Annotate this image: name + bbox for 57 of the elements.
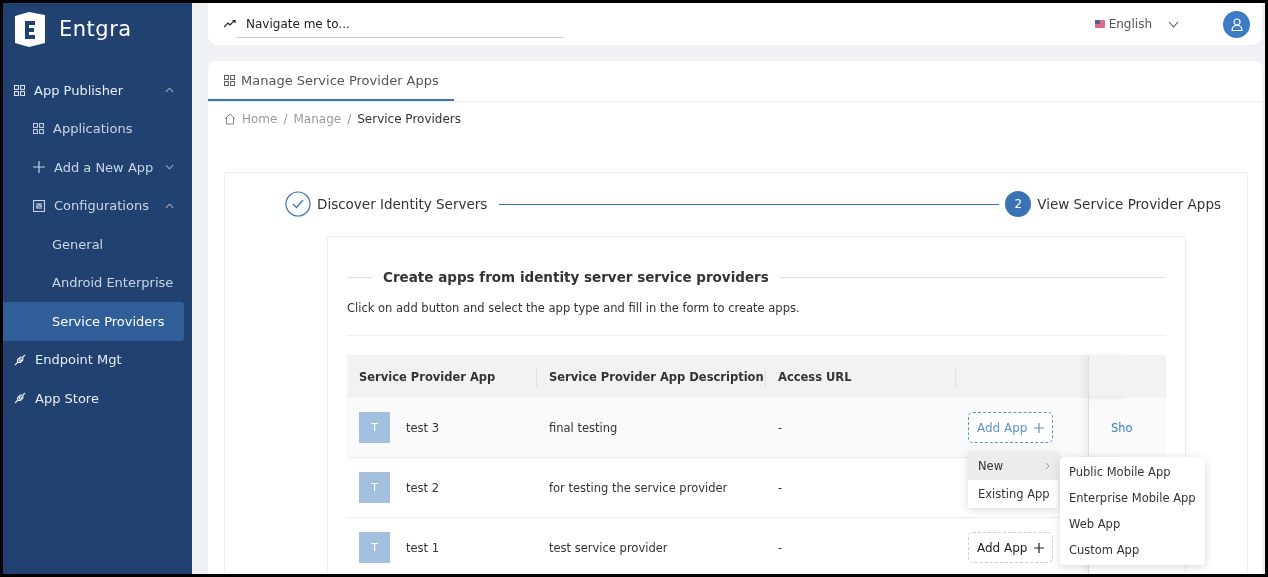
column-header: Access URL	[766, 366, 956, 387]
column-header: Service Provider App Description	[537, 366, 766, 387]
menu-item[interactable]: New	[968, 452, 1058, 480]
show-link[interactable]: Sho	[1111, 420, 1133, 435]
user-icon	[1230, 17, 1243, 31]
app-avatar: T	[359, 532, 390, 563]
sidebar-item[interactable]: Endpoint Mgt	[3, 340, 184, 379]
sidebar-item[interactable]: Applications	[3, 109, 184, 148]
add-app-button[interactable]: Add App	[968, 532, 1053, 563]
step-number: 2	[1005, 191, 1032, 217]
link-icon	[14, 392, 26, 405]
sliders-icon	[33, 199, 45, 212]
sidebar-item[interactable]: App Store	[3, 379, 184, 418]
sidebar-item[interactable]: Service Providers	[3, 302, 184, 341]
breadcrumb-separator: /	[347, 112, 352, 126]
breadcrumb-separator: /	[283, 112, 288, 126]
sidebar-item[interactable]: Configurations	[3, 186, 184, 225]
user-avatar-button[interactable]	[1223, 10, 1250, 38]
step-label: View Service Provider Apps	[1037, 196, 1221, 212]
sidebar-item[interactable]: Add a New App	[3, 148, 184, 187]
grid-icon	[14, 84, 25, 96]
grid-icon	[33, 123, 44, 135]
table-cell: -	[778, 420, 783, 435]
section-description: Click on add button and select the app type and fill in the form to create apps.	[347, 301, 801, 315]
sidebar-item[interactable]: App Publisher	[3, 71, 184, 110]
menu-item[interactable]: Custom App	[1060, 537, 1205, 563]
flag-icon	[1094, 20, 1105, 28]
app-avatar: T	[359, 472, 390, 503]
language-selector[interactable]: English	[1094, 17, 1179, 31]
menu-item[interactable]: Public Mobile App	[1060, 459, 1205, 485]
plus-icon	[1033, 422, 1044, 433]
section-title: Create apps from identity server service providers	[383, 269, 769, 285]
chevron-icon	[1168, 20, 1179, 28]
menu-item[interactable]: Web App	[1060, 511, 1205, 537]
table-cell: test 2	[406, 480, 440, 495]
table-cell: -	[778, 480, 783, 495]
home-icon	[224, 113, 236, 125]
page-tab[interactable]: Manage Service Provider Apps	[208, 61, 454, 101]
sidebar-item[interactable]: Android Enterprise	[3, 263, 184, 302]
table-cell: test 3	[406, 420, 440, 435]
step-label: Discover Identity Servers	[317, 196, 488, 212]
table-cell: -	[778, 540, 783, 555]
table-cell: test 1	[406, 540, 440, 555]
brand-name: Entgra	[59, 17, 132, 41]
sidebar-item[interactable]: General	[3, 225, 184, 264]
menu-item[interactable]: Enterprise Mobile App	[1060, 485, 1205, 511]
column-header: Service Provider App	[347, 366, 537, 387]
table-cell: test service provider	[549, 540, 668, 555]
grid-icon	[224, 74, 235, 86]
app-avatar: T	[359, 412, 390, 443]
plus-icon	[33, 161, 45, 174]
trend-icon	[224, 20, 236, 28]
plus-icon	[1033, 542, 1044, 553]
menu-item[interactable]: Existing App	[968, 480, 1058, 508]
link-icon	[14, 353, 26, 366]
table-cell: for testing the service provider	[549, 480, 728, 495]
table-cell: final testing	[549, 420, 618, 435]
